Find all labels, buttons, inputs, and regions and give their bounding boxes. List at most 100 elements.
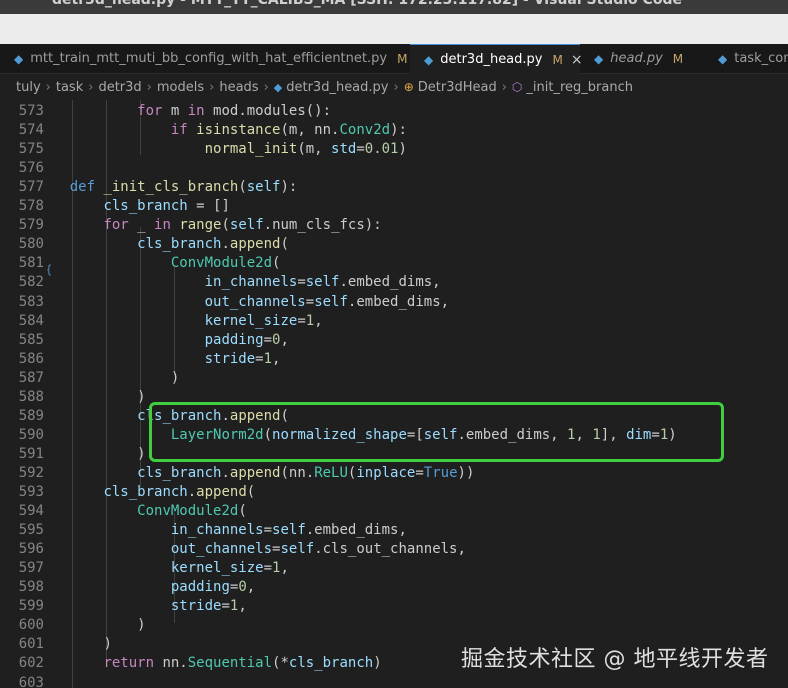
code-token: in bbox=[154, 217, 171, 234]
tab-mtt-train-config[interactable]: ◆ mtt_train_mtt_muti_bb_config_with_hat_… bbox=[0, 44, 407, 73]
code-line[interactable]: 580 cls_branch.append( bbox=[0, 235, 788, 254]
code-token: stride bbox=[204, 350, 256, 367]
code-line[interactable]: 597 kernel_size=1, bbox=[0, 559, 788, 578]
code-token: in bbox=[187, 103, 205, 119]
code-line[interactable]: 583 out_channels=self.embed_dims, bbox=[0, 293, 788, 312]
code-token: cls_branch bbox=[137, 464, 222, 481]
code-token: = bbox=[415, 464, 424, 481]
code-token: = bbox=[263, 560, 273, 577]
code-token: ) bbox=[103, 636, 112, 653]
breadcrumb-item[interactable]: detr3d bbox=[98, 80, 141, 95]
highlight-annotation-box bbox=[149, 402, 724, 462]
code-token: ): bbox=[280, 179, 298, 196]
breadcrumb-item[interactable]: heads bbox=[219, 80, 258, 95]
code-token: , bbox=[314, 312, 323, 329]
code-line[interactable]: 585 padding=0, bbox=[0, 331, 788, 350]
code-token: isinstance bbox=[196, 122, 281, 139]
code-text: kernel_size=1, bbox=[205, 312, 323, 331]
code-token: _init_cls_branch bbox=[103, 179, 239, 196]
code-text: cls_branch = [] bbox=[103, 197, 229, 216]
line-number: 586 bbox=[18, 350, 44, 367]
code-line[interactable]: 599 stride=1, bbox=[0, 597, 788, 616]
code-line[interactable]: 598 padding=0, bbox=[0, 578, 788, 597]
code-text: ) bbox=[103, 635, 111, 654]
code-token: append bbox=[196, 484, 247, 500]
code-token: ) bbox=[398, 141, 407, 158]
breadcrumb-item[interactable]: Detr3dHead bbox=[418, 80, 497, 95]
code-text: out_channels=self.cls_out_channels, bbox=[171, 540, 466, 559]
tab-label: detr3d_head.py bbox=[440, 52, 543, 67]
code-token: nn. bbox=[154, 655, 188, 672]
code-line[interactable]: 581 ConvModule2d( bbox=[0, 254, 788, 273]
code-line[interactable]: 579 for _ in range(self.num_cls_fcs): bbox=[0, 216, 788, 235]
breadcrumb-item[interactable]: task bbox=[56, 80, 83, 95]
code-line[interactable]: 603 bbox=[0, 674, 788, 688]
code-token: = bbox=[221, 598, 230, 615]
modified-badge: M bbox=[552, 52, 563, 67]
code-token: std bbox=[331, 141, 357, 158]
code-token: ConvModule2d bbox=[170, 255, 273, 272]
code-text: for _ in range(self.num_cls_fcs): bbox=[103, 216, 381, 235]
code-token: True bbox=[423, 464, 458, 481]
line-number: 576 bbox=[18, 160, 44, 177]
code-line[interactable]: 586 stride=1, bbox=[0, 350, 788, 369]
line-number: 582 bbox=[18, 274, 44, 291]
code-token: Sequential bbox=[187, 655, 273, 672]
code-token: for bbox=[137, 103, 163, 119]
modified-badge: M bbox=[397, 51, 408, 66]
code-token: ) bbox=[137, 617, 146, 634]
code-line[interactable]: 596 out_channels=self.cls_out_channels, bbox=[0, 540, 788, 559]
code-token: .embed_dims, bbox=[305, 522, 407, 539]
code-token: , bbox=[272, 350, 281, 367]
code-text: ConvModule2d( bbox=[171, 254, 281, 273]
code-line[interactable]: 594 ConvModule2d( bbox=[0, 502, 788, 521]
code-token: ( bbox=[272, 255, 281, 272]
line-number: 591 bbox=[18, 445, 44, 462]
code-text: normal_init(m, std=0.01) bbox=[205, 140, 407, 159]
code-token: if bbox=[170, 122, 188, 139]
code-token: (nn. bbox=[280, 464, 315, 481]
code-line[interactable]: 595 in_channels=self.embed_dims, bbox=[0, 521, 788, 540]
code-token: , bbox=[246, 579, 256, 596]
code-token: , bbox=[280, 560, 289, 577]
code-line[interactable]: 577 def _init_cls_branch(self): bbox=[0, 178, 788, 197]
code-line[interactable]: 575 normal_init(m, std=0.01) bbox=[0, 140, 788, 159]
code-editor[interactable]: { 573 for m in mod.modules(): 574 if isinst… bbox=[0, 100, 788, 688]
code-token: = bbox=[297, 312, 306, 329]
breadcrumb-item[interactable]: models bbox=[157, 80, 204, 95]
tab-detr3d-head[interactable]: ◆ detr3d_head.py M × bbox=[410, 44, 583, 74]
code-token: ( bbox=[280, 236, 289, 253]
code-token: padding bbox=[204, 331, 264, 348]
breadcrumb-item[interactable]: _init_reg_branch bbox=[526, 80, 633, 95]
code-text: cls_branch.append( bbox=[103, 483, 255, 502]
code-token: (m, bbox=[297, 141, 332, 158]
line-number: 584 bbox=[18, 312, 44, 329]
code-token: _ bbox=[128, 217, 155, 234]
chevron-right-icon: › bbox=[45, 79, 51, 95]
code-token: = bbox=[305, 293, 315, 310]
code-line[interactable]: 584 kernel_size=1, bbox=[0, 312, 788, 331]
code-token: mod.modules(): bbox=[204, 103, 332, 119]
tab-label: mtt_train_mtt_muti_bb_config_with_hat_ef… bbox=[30, 51, 388, 66]
code-line[interactable]: 593 cls_branch.append( bbox=[0, 483, 788, 502]
code-token: . bbox=[221, 236, 230, 253]
modified-badge: M bbox=[672, 51, 684, 66]
code-token: ) bbox=[137, 445, 146, 462]
code-token: cls_branch bbox=[103, 484, 188, 500]
tab-task-conf[interactable]: ◆ task_conf bbox=[704, 44, 788, 73]
code-line[interactable]: 574 if isinstance(m, nn.Conv2d): bbox=[0, 121, 788, 140]
code-line[interactable]: 587) bbox=[0, 369, 788, 388]
code-token: out_channels bbox=[170, 541, 273, 558]
breadcrumb-item[interactable]: detr3d_head.py bbox=[286, 80, 388, 95]
line-number: 580 bbox=[18, 236, 44, 253]
breadcrumb-item[interactable]: tuly bbox=[16, 80, 41, 95]
code-line[interactable]: 573 for m in mod.modules(): bbox=[0, 102, 788, 121]
code-token: ) bbox=[170, 369, 180, 386]
code-line[interactable]: 600) bbox=[0, 616, 788, 635]
code-line[interactable]: 578 cls_branch = [] bbox=[0, 197, 788, 216]
code-token: , bbox=[238, 598, 247, 615]
code-line[interactable]: 582 in_channels=self.embed_dims, bbox=[0, 273, 788, 292]
code-line[interactable]: 576 bbox=[0, 159, 788, 178]
tab-head-py[interactable]: ◆ head.py M bbox=[580, 44, 698, 73]
code-line[interactable]: 592 cls_branch.append(nn.ReLU(inplace=Tru… bbox=[0, 464, 788, 483]
